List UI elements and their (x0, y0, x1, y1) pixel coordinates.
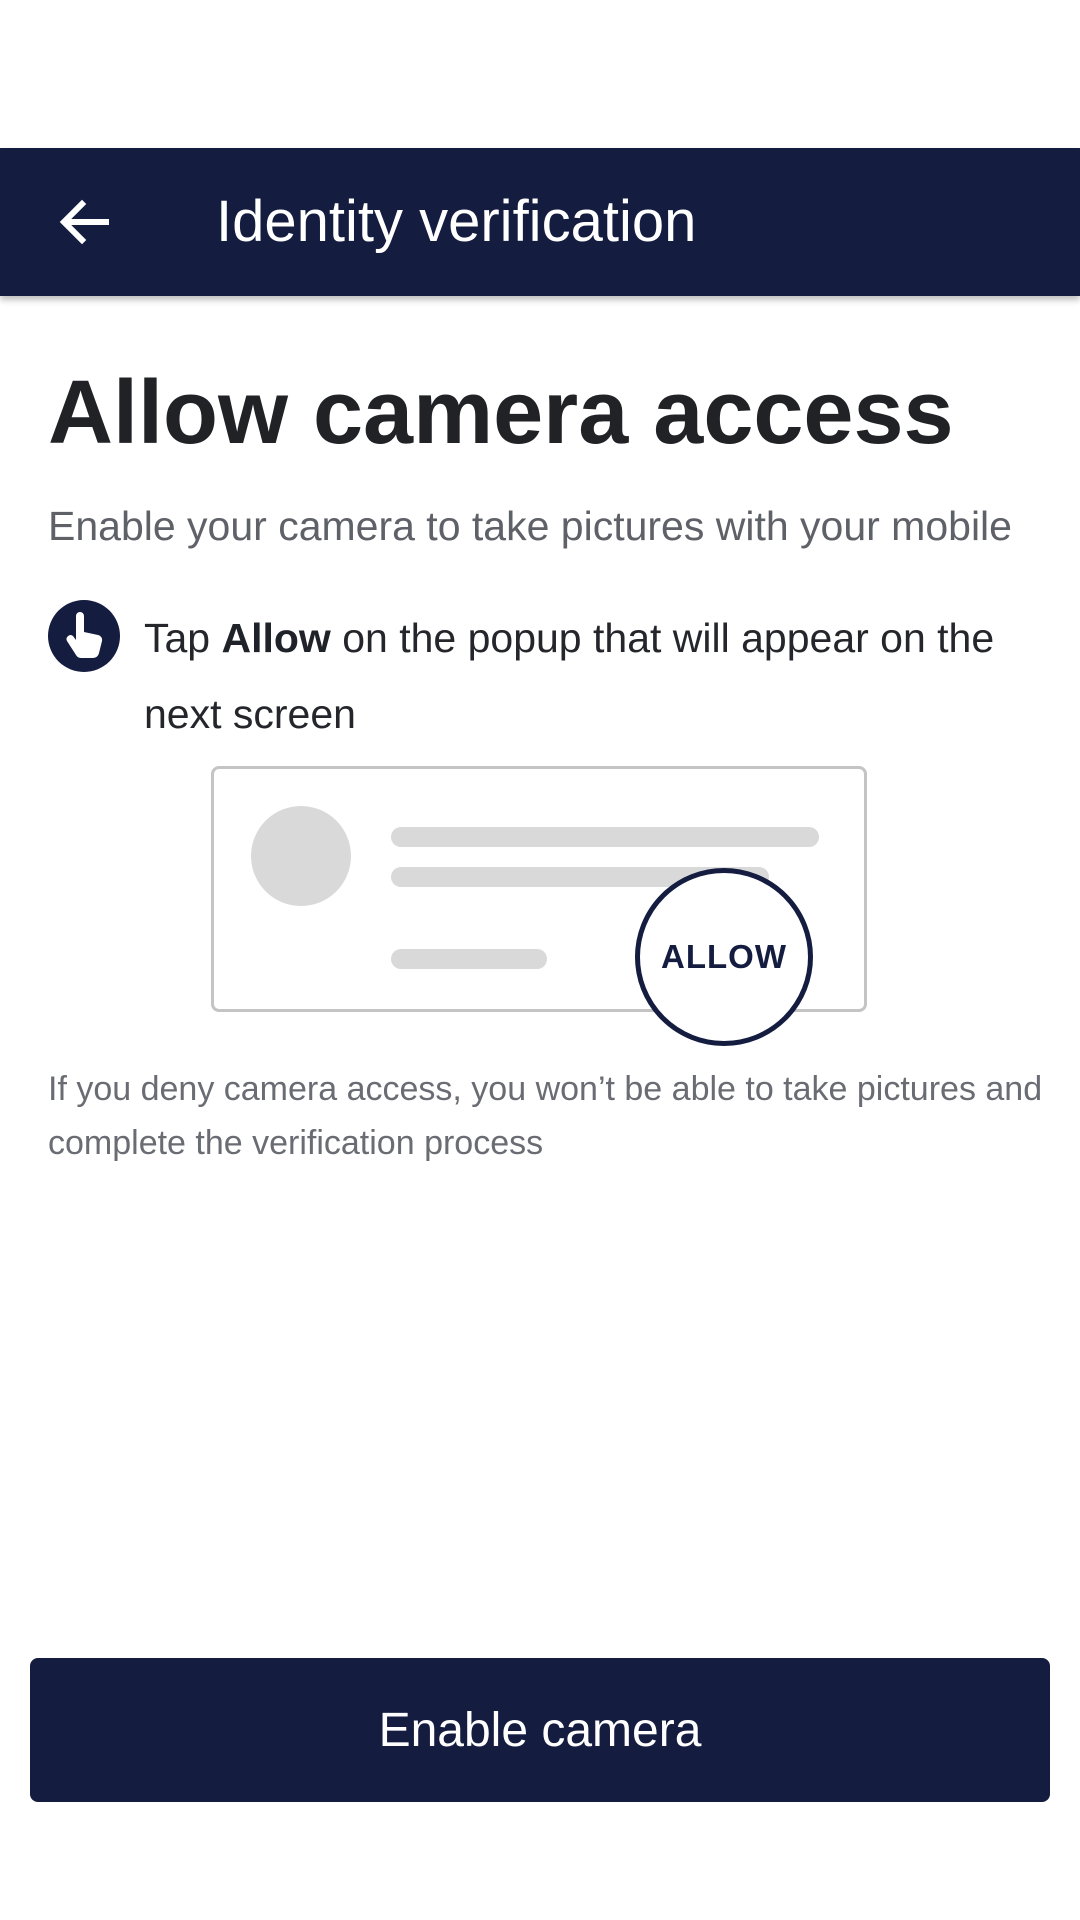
app-bar-title: Identity verification (216, 189, 697, 254)
enable-camera-button[interactable]: Enable camera (30, 1658, 1050, 1802)
allow-highlight: ALLOW (635, 868, 813, 1046)
allow-instruction: Tap Allow on the popup that will appear … (144, 600, 1044, 752)
placeholder-line (391, 827, 819, 847)
instruction-prefix: Tap (144, 615, 222, 661)
arrow-left-icon (59, 199, 109, 245)
placeholder-avatar (251, 806, 351, 906)
back-button[interactable] (44, 182, 124, 262)
deny-warning-note: If you deny camera access, you won’t be … (48, 1070, 1043, 1162)
page-title: Allow camera access (48, 363, 954, 463)
permission-popup-illustration: ALLOW (211, 766, 867, 1046)
page-subtitle: Enable your camera to take pictures with… (48, 503, 1012, 549)
placeholder-line (391, 949, 547, 969)
instruction-emphasis: Allow (221, 615, 331, 661)
hand-pointer-icon (48, 600, 120, 672)
app-bar: Identity verification (0, 148, 1080, 296)
